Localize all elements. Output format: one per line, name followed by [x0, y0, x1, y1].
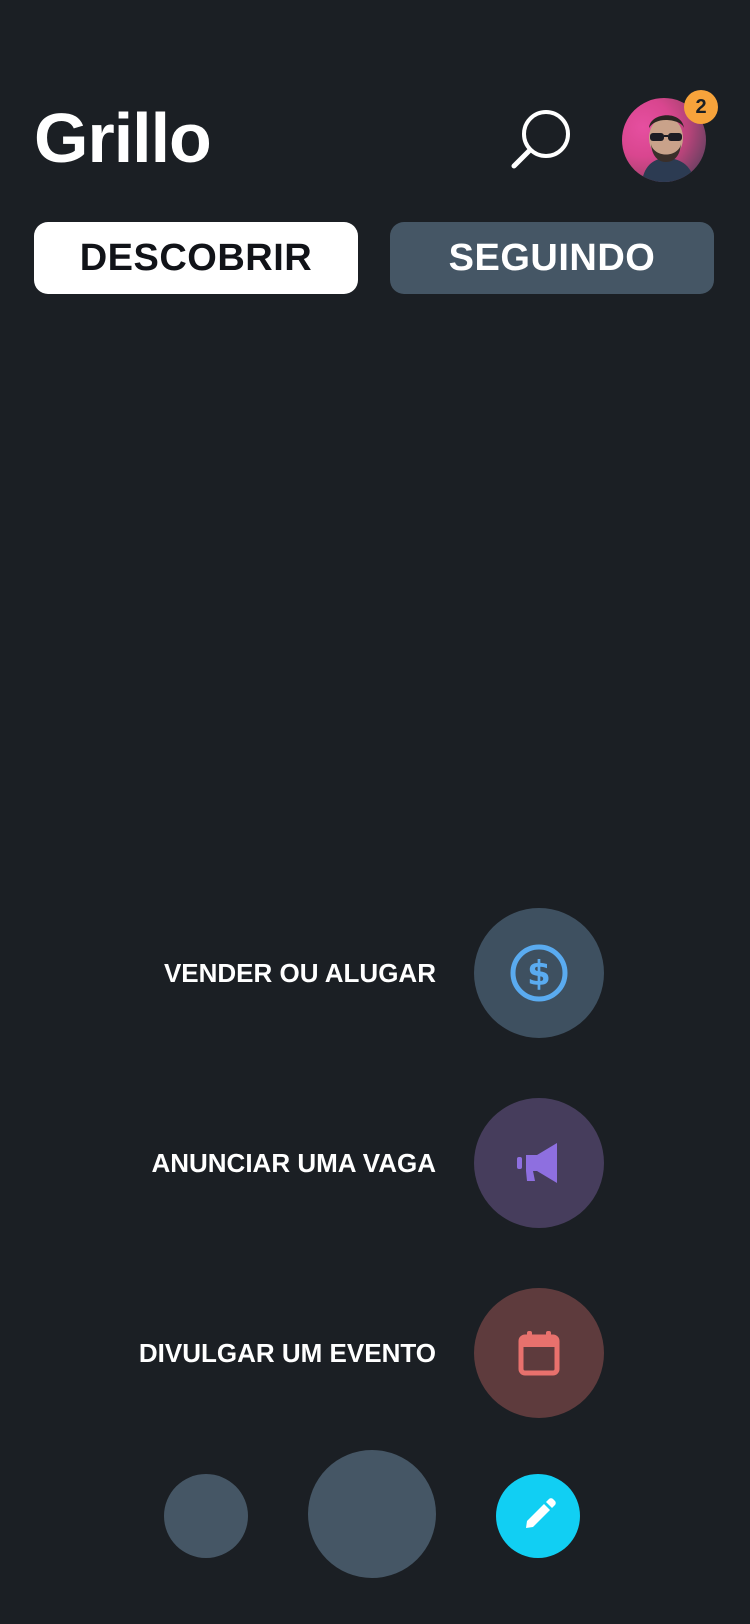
svg-text:$: $ [527, 954, 551, 994]
megaphone-icon [517, 1143, 557, 1183]
promote-event-button[interactable] [474, 1288, 604, 1418]
notification-badge: 2 [684, 90, 718, 124]
post-job-button[interactable] [474, 1098, 604, 1228]
feed-tabs: DESCOBRIR SEGUINDO [34, 222, 714, 294]
pencil-icon [526, 1498, 556, 1528]
action-post-job[interactable]: ANUNCIAR UMA VAGA [0, 1098, 750, 1228]
search-button[interactable] [508, 104, 576, 172]
top-bar: Grillo 2 [0, 0, 750, 200]
sell-or-rent-button[interactable]: $ [474, 908, 604, 1038]
bottom-navigation [0, 1450, 750, 1580]
calendar-icon [518, 1331, 560, 1376]
search-icon [511, 110, 570, 169]
profile-button[interactable]: 2 [622, 90, 718, 184]
nav-button-center[interactable] [308, 1450, 436, 1578]
tab-seguindo[interactable]: SEGUINDO [390, 222, 714, 294]
nav-button-left[interactable] [164, 1474, 248, 1558]
app-logo: Grillo [34, 99, 212, 177]
action-label[interactable]: VENDER OU ALUGAR [164, 908, 436, 1038]
dollar-circle-icon: $ [510, 944, 568, 1002]
action-label[interactable]: DIVULGAR UM EVENTO [139, 1288, 436, 1418]
action-promote-event[interactable]: DIVULGAR UM EVENTO [0, 1288, 750, 1418]
create-post-button[interactable] [496, 1474, 580, 1558]
action-label[interactable]: ANUNCIAR UMA VAGA [151, 1098, 436, 1228]
action-sell-or-rent[interactable]: VENDER OU ALUGAR $ [0, 908, 750, 1038]
tab-descobrir[interactable]: DESCOBRIR [34, 222, 358, 294]
